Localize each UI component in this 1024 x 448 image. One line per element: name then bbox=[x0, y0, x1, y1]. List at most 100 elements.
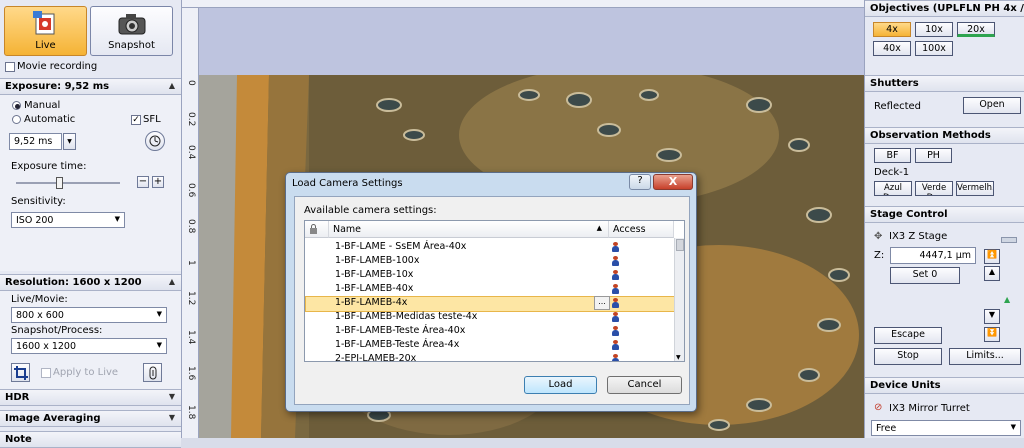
user-icon bbox=[612, 354, 619, 361]
list-item[interactable]: 1-BF-LAMEB-Medidas teste-4x bbox=[305, 310, 674, 324]
scrollbar-thumb[interactable] bbox=[676, 239, 684, 251]
available-settings-label: Available camera settings: bbox=[304, 205, 437, 216]
filter-blue-button[interactable]: Azul De... bbox=[874, 181, 912, 196]
load-button[interactable]: Load bbox=[524, 376, 597, 394]
shutters-header[interactable]: Shutters bbox=[865, 75, 1024, 92]
ph-button[interactable]: PH bbox=[915, 148, 952, 163]
live-button[interactable]: Live bbox=[4, 6, 87, 56]
list-item[interactable]: 1-BF-LAME - SsEM Área-40x bbox=[305, 240, 674, 254]
sort-ascending-icon: ▲ bbox=[596, 224, 602, 232]
live-movie-label: Live/Movie: bbox=[11, 294, 68, 305]
snapshot-resolution-select[interactable]: 1600 x 1200 ▼ bbox=[11, 338, 167, 354]
cancel-button[interactable]: Cancel bbox=[607, 376, 682, 394]
z-down-button[interactable]: ▼ bbox=[984, 309, 1000, 324]
ruler-tick: 0 bbox=[186, 80, 196, 86]
scroll-down-icon[interactable]: ▼ bbox=[676, 354, 681, 361]
manual-radio[interactable] bbox=[12, 101, 21, 110]
shutter-open-button[interactable]: Open bbox=[963, 97, 1021, 114]
z-fast-down-button[interactable]: ⏬ bbox=[984, 327, 1000, 342]
setting-name: 1-BF-LAMEB-Medidas teste-4x bbox=[335, 311, 478, 322]
hdr-header[interactable]: HDR ▼ bbox=[0, 389, 181, 406]
z-slider-handle[interactable] bbox=[1001, 237, 1017, 243]
stage-control-header[interactable]: Stage Control bbox=[865, 206, 1024, 223]
objective-40x-button[interactable]: 40x bbox=[873, 41, 911, 56]
filter-green-button[interactable]: Verde D... bbox=[915, 181, 953, 196]
ruler-tick: 0.6 bbox=[186, 183, 196, 198]
camera-settings-button[interactable] bbox=[143, 363, 162, 382]
lock-column-header[interactable] bbox=[305, 221, 329, 238]
access-column-label: Access bbox=[613, 224, 646, 235]
name-column-label: Name bbox=[333, 224, 362, 235]
mirror-turret-label: IX3 Mirror Turret bbox=[889, 403, 970, 414]
exposure-slider-track[interactable] bbox=[16, 182, 120, 184]
apply-to-live-checkbox[interactable] bbox=[41, 368, 51, 378]
crop-button[interactable] bbox=[11, 363, 30, 382]
objective-20x-button[interactable]: 20x bbox=[957, 22, 995, 37]
resolution-body: Live/Movie: 800 x 600 ▼ Snapshot/Process:… bbox=[0, 291, 181, 389]
exposure-unit-dropdown[interactable]: ▼ bbox=[63, 133, 76, 150]
note-title: Note bbox=[5, 434, 32, 445]
exposure-increase-button[interactable]: + bbox=[152, 176, 164, 188]
z-fast-up-button[interactable]: ⏫ bbox=[984, 249, 1000, 264]
limits-button[interactable]: Limits... bbox=[949, 348, 1021, 365]
auto-exposure-button[interactable] bbox=[145, 131, 165, 151]
user-icon bbox=[612, 256, 619, 267]
help-button[interactable]: ? bbox=[629, 174, 651, 190]
device-units-header[interactable]: Device Units bbox=[865, 377, 1024, 394]
exposure-value-field[interactable]: 9,52 ms bbox=[9, 133, 62, 150]
dropdown-arrow-icon: ▼ bbox=[156, 341, 162, 349]
automatic-radio[interactable] bbox=[12, 115, 21, 124]
list-item[interactable]: 1-BF-LAMEB-40x bbox=[305, 282, 674, 296]
list-item[interactable]: 1-BF-LAMEB-100x bbox=[305, 254, 674, 268]
image-averaging-header[interactable]: Image Averaging ▼ bbox=[0, 410, 181, 427]
ruler-tick: 0.4 bbox=[186, 145, 196, 160]
list-item[interactable]: 2-EPI-LAMEB-20x bbox=[305, 352, 674, 362]
user-icon bbox=[612, 242, 619, 253]
setting-name: 1-BF-LAMEB-4x bbox=[335, 297, 408, 308]
sfl-checkbox[interactable]: ✓ bbox=[131, 115, 141, 125]
snapshot-button[interactable]: Snapshot bbox=[90, 6, 173, 56]
objective-100x-button[interactable]: 100x bbox=[915, 41, 953, 56]
bf-button[interactable]: BF bbox=[874, 148, 911, 163]
list-item[interactable]: 1-BF-LAMEB-Teste Área-4x bbox=[305, 338, 674, 352]
top-ruler bbox=[182, 0, 864, 8]
z-stage-label: IX3 Z Stage bbox=[889, 231, 948, 242]
stop-button[interactable]: Stop bbox=[874, 348, 942, 365]
movie-recording-checkbox[interactable] bbox=[5, 62, 15, 72]
close-button[interactable]: X bbox=[653, 174, 693, 190]
observation-methods-header[interactable]: Observation Methods bbox=[865, 127, 1024, 144]
setting-name: 1-BF-LAMEB-10x bbox=[335, 269, 414, 280]
exposure-header[interactable]: Exposure: 9,52 ms ▲ bbox=[0, 78, 181, 95]
crop-icon bbox=[13, 366, 28, 380]
adjust-icon bbox=[149, 366, 156, 380]
user-icon bbox=[612, 312, 619, 323]
ruler-tick: 1.6 bbox=[186, 366, 196, 381]
exposure-slider-thumb[interactable] bbox=[56, 177, 63, 189]
z-position-field[interactable]: 4447,1 µm bbox=[890, 247, 976, 264]
objective-10x-button[interactable]: 10x bbox=[915, 22, 953, 37]
note-header[interactable]: Note bbox=[0, 431, 181, 448]
name-column-header[interactable]: Name ▲ bbox=[329, 221, 609, 238]
sensitivity-select[interactable]: ISO 200 ▼ bbox=[11, 212, 125, 228]
set-zero-button[interactable]: Set 0 bbox=[890, 267, 960, 284]
mirror-turret-select[interactable]: Free ▼ bbox=[871, 420, 1021, 436]
filter-red-button[interactable]: Vermelh... bbox=[956, 181, 994, 196]
camera-settings-list[interactable]: Name ▲ Access 1-BF-LAME - SsEM Área-40x … bbox=[304, 220, 685, 362]
list-scrollbar[interactable]: ▼ bbox=[674, 238, 684, 361]
exposure-decrease-button[interactable]: − bbox=[137, 176, 149, 188]
setting-name: 2-EPI-LAMEB-20x bbox=[335, 353, 417, 362]
list-item[interactable]: 1-BF-LAMEB-10x bbox=[305, 268, 674, 282]
expand-icon: ▼ bbox=[168, 392, 175, 401]
live-resolution-select[interactable]: 800 x 600 ▼ bbox=[11, 307, 167, 323]
dropdown-arrow-icon: ▼ bbox=[114, 215, 120, 223]
escape-button[interactable]: Escape bbox=[874, 327, 942, 344]
ellipsis-button[interactable]: ... bbox=[594, 296, 610, 310]
access-column-header[interactable]: Access bbox=[609, 221, 674, 238]
expand-icon: ▼ bbox=[168, 413, 175, 422]
resolution-title: Resolution: 1600 x 1200 bbox=[5, 277, 142, 288]
resolution-header[interactable]: Resolution: 1600 x 1200 ▲ bbox=[0, 274, 181, 291]
objective-4x-button[interactable]: 4x bbox=[873, 22, 911, 37]
list-item[interactable]: 1-BF-LAMEB-Teste Área-40x bbox=[305, 324, 674, 338]
z-up-button[interactable]: ▲ bbox=[984, 266, 1000, 281]
objectives-header[interactable]: Objectives (UPLFLN PH 4x / 0,13 bbox=[865, 0, 1024, 17]
